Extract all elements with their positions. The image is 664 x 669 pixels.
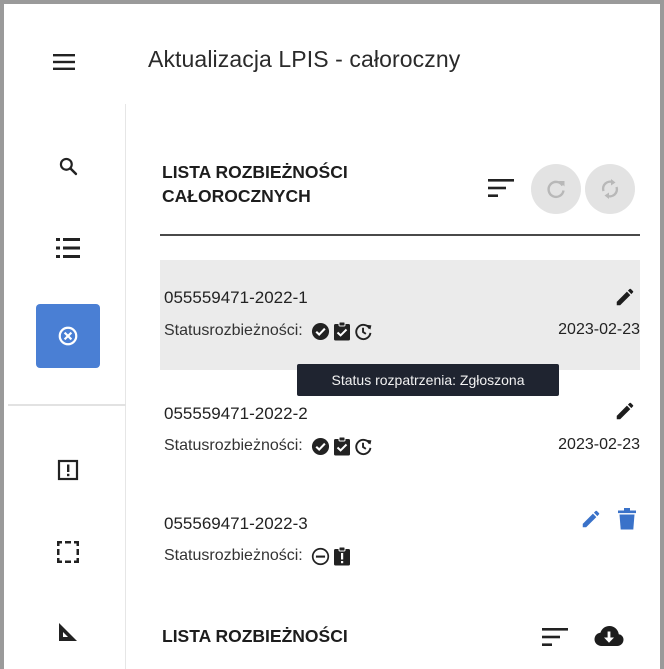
sync-button[interactable] — [585, 164, 635, 214]
item-id: 055559471-2022-1 — [164, 288, 308, 307]
list-item[interactable]: 055569471-2022-3 Statusrozbieżności: — [160, 484, 640, 594]
sidebar — [8, 104, 126, 669]
section-title-annual: LISTA ROZBIEŻNOŚCI CAŁOROCZNYCH — [162, 160, 348, 208]
selection-icon — [57, 541, 79, 563]
section-title-line2: CAŁOROCZNYCH — [162, 186, 311, 206]
hamburger-menu-icon — [53, 54, 75, 70]
item-id: 055559471-2022-2 — [164, 404, 308, 423]
status-label: Statusrozbieżności: — [164, 437, 303, 454]
alert-box-icon — [57, 459, 79, 481]
minus-circle-icon — [311, 547, 329, 565]
app-header: Aktualizacja LPIS - całoroczny — [8, 8, 660, 104]
clipboard-alert-icon[interactable] — [333, 546, 351, 566]
edit-button[interactable] — [576, 504, 606, 534]
menu-button[interactable] — [46, 44, 82, 80]
item-status: Statusrozbieżności: — [164, 546, 351, 566]
status-label: Statusrozbieżności: — [164, 322, 303, 339]
sidebar-item-measure[interactable] — [36, 600, 100, 664]
section-title-line1: LISTA ROZBIEŻNOŚCI — [162, 162, 348, 182]
history-icon — [355, 323, 372, 340]
pencil-icon — [616, 288, 634, 306]
cloud-download-icon — [594, 626, 624, 646]
set-square-icon — [59, 623, 77, 641]
trash-icon — [618, 508, 636, 530]
sidebar-item-search[interactable] — [36, 134, 100, 198]
main-content: LISTA ROZBIEŻNOŚCI CAŁOROCZNYCH 05555947… — [127, 104, 660, 669]
item-id: 055569471-2022-3 — [164, 514, 308, 533]
status-label: Statusrozbieżności: — [164, 547, 303, 564]
refresh-button[interactable] — [531, 164, 581, 214]
app-frame: Aktualizacja LPIS - całoroczny LISTA ROZ… — [0, 0, 664, 669]
item-date: 2023-02-23 — [558, 321, 640, 338]
item-status: Statusrozbieżności: — [164, 436, 373, 456]
cancel-circle-icon — [58, 326, 78, 346]
app-title: Aktualizacja LPIS - całoroczny — [148, 46, 461, 72]
item-date: 2023-02-23 — [558, 436, 640, 453]
download-button[interactable] — [587, 614, 631, 658]
list-item[interactable]: 055559471-2022-1 Statusrozbieżności: 202… — [160, 260, 640, 370]
refresh-icon — [547, 180, 565, 199]
edit-button[interactable] — [610, 396, 640, 426]
pencil-icon — [582, 510, 600, 528]
list-icon — [56, 238, 80, 258]
sort-button-list[interactable] — [533, 615, 577, 659]
sidebar-item-select-area[interactable] — [36, 520, 100, 584]
section-title-list: LISTA ROZBIEŻNOŚCI — [162, 626, 348, 646]
history-icon — [355, 438, 372, 455]
search-icon — [59, 157, 78, 176]
sidebar-item-list[interactable] — [36, 216, 100, 280]
item-status: Statusrozbieżności: — [164, 321, 373, 341]
sidebar-item-alert[interactable] — [36, 438, 100, 502]
pencil-icon — [616, 402, 634, 420]
clipboard-check-icon[interactable] — [333, 436, 351, 456]
check-circle-icon — [311, 322, 329, 340]
status-tooltip: Status rozpatrzenia: Zgłoszona — [297, 364, 559, 396]
section-divider-annual — [160, 234, 640, 236]
delete-button[interactable] — [614, 504, 640, 534]
sort-icon — [542, 628, 568, 646]
sidebar-item-discrepancies[interactable] — [36, 304, 100, 368]
sort-icon — [488, 179, 514, 197]
sidebar-divider — [8, 404, 126, 406]
check-circle-icon — [311, 437, 329, 455]
clipboard-check-icon[interactable] — [333, 321, 351, 341]
sync-icon — [601, 179, 619, 199]
edit-button[interactable] — [610, 282, 640, 312]
sort-button-annual[interactable] — [479, 166, 523, 210]
